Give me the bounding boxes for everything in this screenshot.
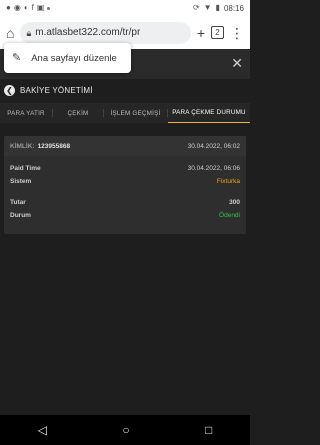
tab-deposit[interactable]: PARA YATIR <box>0 103 52 123</box>
system-label: Sistem <box>10 178 32 185</box>
notification-icons: ● ◉ ◐ f ▣ <box>6 3 51 12</box>
close-icon[interactable]: ✕ <box>231 55 243 72</box>
address-bar[interactable]: 🔒︎ m.atlasbet322.com/tr/pr <box>20 21 191 44</box>
lock-icon[interactable]: 🔒︎ <box>26 26 31 40</box>
tab-withdrawal-status[interactable]: PARA ÇEKME DURUMU <box>168 103 250 123</box>
status-label: Durum <box>10 212 31 219</box>
chat-icon: ◐ <box>23 3 29 12</box>
card-header: KİMLİK: 123955868 30.04.2022, 06:02 <box>4 136 246 156</box>
system-row: Sistem Fixturka <box>4 175 246 188</box>
system-value: Fixturka <box>216 178 240 185</box>
more-options-icon[interactable]: ⋮ <box>230 26 244 40</box>
amount-row: Tutar 300 <box>4 196 246 209</box>
recents-nav-icon[interactable]: □ <box>205 423 212 437</box>
system-icons: ⟳ ▼ ▮ 08:16 <box>193 4 244 13</box>
transaction-card: KİMLİK: 123955868 30.04.2022, 06:02 Paid… <box>4 136 246 234</box>
tab-transaction-history[interactable]: İŞLEM GEÇMİŞİ <box>104 103 167 123</box>
back-icon[interactable]: ❮ <box>4 84 15 96</box>
battery-icon: ▮ <box>215 3 220 12</box>
status-row: Durum Ödendi <box>4 209 246 222</box>
pencil-icon: ✎ <box>12 52 22 64</box>
message-icon: ▣ <box>36 3 45 12</box>
amount-value: 300 <box>229 199 240 206</box>
facebook-icon: f <box>31 3 34 12</box>
edit-homepage-popup[interactable]: ✎ Ana sayfayı düzenle <box>4 43 131 73</box>
rotate-icon: ⟳ <box>192 3 200 12</box>
tab-bar: PARA YATIR ÇEKİM İŞLEM GEÇMİŞİ PARA ÇEKM… <box>0 103 250 123</box>
url-text[interactable]: m.atlasbet322.com/tr/pr <box>35 27 140 38</box>
home-icon[interactable]: ⌂ <box>6 26 14 40</box>
status-time: 08:16 <box>223 3 244 13</box>
id-value: 123955868 <box>37 142 71 150</box>
id-label: KİMLİK: <box>10 142 35 150</box>
status-bar: ● ◉ ◐ f ▣ ⟳ ▼ ▮ 08:16 <box>0 0 250 16</box>
popup-text[interactable]: Ana sayfayı düzenle <box>31 53 117 64</box>
new-tab-icon[interactable]: + <box>197 26 205 40</box>
android-nav-bar: ◁ ○ □ <box>0 415 250 445</box>
panel-header: ❮ BAKİYE YÖNETİMİ <box>0 80 250 100</box>
messenger-icon: ● <box>6 3 11 12</box>
tab-switcher-button[interactable]: 2 <box>211 26 224 39</box>
whatsapp-icon: ◉ <box>13 3 21 12</box>
paid-time-row: Paid Time 30.04.2022, 06:06 <box>4 162 246 175</box>
paid-time-value: 30.04.2022, 06:06 <box>187 165 240 172</box>
amount-label: Tutar <box>10 199 26 206</box>
created-time: 30.04.2022, 06:02 <box>187 142 240 150</box>
paid-time-label: Paid Time <box>10 165 41 172</box>
back-nav-icon[interactable]: ◁ <box>38 423 47 437</box>
panel-title: BAKİYE YÖNETİMİ <box>20 85 93 95</box>
wifi-icon: ▼ <box>203 3 212 12</box>
status-value: Ödendi <box>219 212 240 219</box>
more-notifications-icon <box>47 6 51 10</box>
home-nav-icon[interactable]: ○ <box>122 423 129 437</box>
tab-withdraw[interactable]: ÇEKİM <box>53 103 103 123</box>
